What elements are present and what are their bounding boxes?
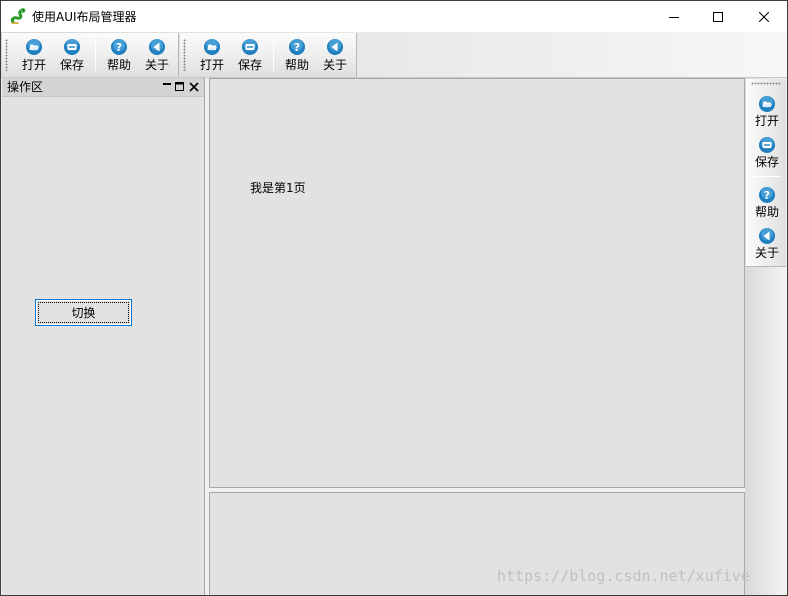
toolbar-grip[interactable] <box>5 39 8 71</box>
right-toolbar: 打开 保存 ? 帮助 关于 <box>746 79 786 267</box>
save-icon <box>64 39 80 55</box>
toolbar-label: 打开 <box>754 114 779 128</box>
toolbar-1: 打开 保存 ? 帮助 关于 <box>2 33 179 77</box>
help-icon: ? <box>289 39 305 55</box>
svg-text:?: ? <box>294 41 300 54</box>
open-folder-icon <box>759 96 775 112</box>
toolbar-separator <box>753 176 781 177</box>
pane-maximize-icon[interactable] <box>174 81 186 93</box>
right-toolbar-help-button[interactable]: ? 帮助 <box>748 184 786 222</box>
about-icon <box>149 39 165 55</box>
page-label: 我是第1页 <box>250 181 306 195</box>
right-toolbar-open-button[interactable]: 打开 <box>748 93 786 131</box>
maximize-icon <box>713 11 723 22</box>
title-bar: 使用AUI布局管理器 <box>1 1 787 32</box>
open-folder-icon <box>204 39 220 55</box>
svg-text:?: ? <box>116 41 122 54</box>
toolbar-1-open-button[interactable]: 打开 <box>16 35 52 75</box>
about-icon <box>759 228 775 244</box>
close-icon <box>759 11 769 22</box>
toolbar-label: 关于 <box>144 58 169 72</box>
maximize-button[interactable] <box>695 1 741 32</box>
right-toolbar-save-button[interactable]: 保存 <box>748 134 786 172</box>
about-icon <box>327 39 343 55</box>
app-snake-icon <box>10 8 26 24</box>
toolbar-separator <box>273 39 274 71</box>
toolbar-label: 帮助 <box>284 58 309 72</box>
toolbar-label: 帮助 <box>754 205 779 219</box>
toolbar-band: 打开 保存 ? 帮助 关于 打开 保存 ? 帮助 关于 <box>1 32 787 78</box>
center-page: 我是第1页 <box>209 78 745 488</box>
watermark-text: https://blog.csdn.net/xufive <box>497 567 750 585</box>
toolbar-label: 打开 <box>199 58 224 72</box>
toolbar-2-open-button[interactable]: 打开 <box>194 35 230 75</box>
pane-close-icon[interactable] <box>188 81 200 93</box>
toolbar-label: 帮助 <box>106 58 131 72</box>
open-folder-icon <box>26 39 42 55</box>
toolbar-label: 打开 <box>21 58 46 72</box>
toolbar-label: 关于 <box>754 246 779 260</box>
toolbar-separator <box>95 39 96 71</box>
help-icon: ? <box>111 39 127 55</box>
help-icon: ? <box>759 187 775 203</box>
pane-minimize-icon[interactable] <box>161 81 173 93</box>
minimize-button[interactable] <box>651 1 697 32</box>
toolbar-1-about-button[interactable]: 关于 <box>139 35 175 75</box>
toolbar-label: 保存 <box>59 58 84 72</box>
toolbar-label: 保存 <box>754 155 779 169</box>
pane-title: 操作区 <box>7 80 44 94</box>
toolbar-2-save-button[interactable]: 保存 <box>232 35 268 75</box>
toolbar-2-about-button[interactable]: 关于 <box>317 35 353 75</box>
toolbar-1-save-button[interactable]: 保存 <box>54 35 90 75</box>
operation-pane: 操作区 切换 <box>2 78 205 595</box>
toolbar-2: 打开 保存 ? 帮助 关于 <box>180 33 357 77</box>
save-icon <box>242 39 258 55</box>
svg-text:?: ? <box>764 189 770 202</box>
minimize-icon <box>669 16 679 18</box>
pane-caption[interactable]: 操作区 <box>2 78 204 97</box>
toolbar-grip[interactable] <box>183 39 186 71</box>
toolbar-1-help-button[interactable]: ? 帮助 <box>101 35 137 75</box>
close-button[interactable] <box>741 1 787 32</box>
toolbar-2-help-button[interactable]: ? 帮助 <box>279 35 315 75</box>
main-window: 使用AUI布局管理器 打开 保存 ? 帮助 关于 打开 保存 ? 帮助 关于 操… <box>0 0 788 596</box>
window-title: 使用AUI布局管理器 <box>32 10 137 24</box>
toolbar-label: 关于 <box>322 58 347 72</box>
right-toolbar-dock: 打开 保存 ? 帮助 关于 <box>745 78 787 595</box>
toolbar-label: 保存 <box>237 58 262 72</box>
toolbar-grip[interactable] <box>751 82 781 85</box>
right-toolbar-about-button[interactable]: 关于 <box>748 225 786 263</box>
save-icon <box>759 137 775 153</box>
switch-button[interactable]: 切换 <box>35 299 132 326</box>
